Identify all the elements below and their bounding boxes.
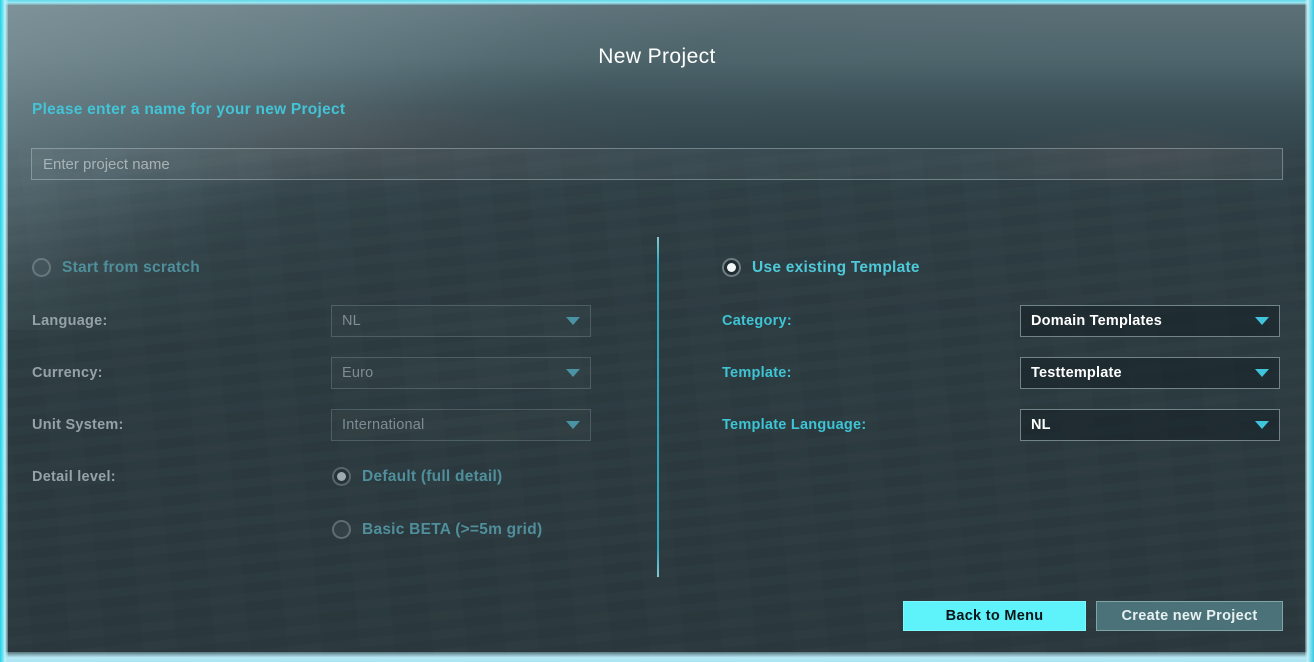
- new-project-dialog: New Project Please enter a name for your…: [0, 0, 1314, 662]
- dropdown-language-value: NL: [342, 313, 361, 329]
- label-template-language: Template Language:: [722, 417, 867, 433]
- label-language: Language:: [32, 313, 108, 329]
- dropdown-category-value: Domain Templates: [1031, 313, 1163, 329]
- use-existing-template-column: Use existing Template Category: Domain T…: [657, 0, 1314, 662]
- radio-label-detail-default: Default (full detail): [362, 467, 503, 485]
- dropdown-language[interactable]: NL: [331, 305, 591, 337]
- dropdown-category[interactable]: Domain Templates: [1020, 305, 1280, 337]
- dropdown-currency[interactable]: Euro: [331, 357, 591, 389]
- dropdown-template-value: Testtemplate: [1031, 365, 1122, 381]
- label-detail-level: Detail level:: [32, 469, 116, 485]
- radio-use-existing-template[interactable]: Use existing Template: [722, 258, 920, 277]
- radio-indicator-detail-default: [332, 467, 351, 486]
- radio-indicator-start-from-scratch: [32, 258, 51, 277]
- chevron-down-icon: [566, 421, 580, 429]
- chevron-down-icon: [566, 369, 580, 377]
- back-to-menu-button[interactable]: Back to Menu: [903, 601, 1086, 631]
- label-unit-system: Unit System:: [32, 417, 124, 433]
- create-new-project-button[interactable]: Create new Project: [1096, 601, 1283, 631]
- dropdown-template-language-value: NL: [1031, 417, 1051, 433]
- dropdown-template-language[interactable]: NL: [1020, 409, 1280, 441]
- label-template: Template:: [722, 365, 792, 381]
- dropdown-unit-system[interactable]: International: [331, 409, 591, 441]
- radio-label-start-from-scratch: Start from scratch: [62, 258, 201, 276]
- chevron-down-icon: [1255, 369, 1269, 377]
- label-category: Category:: [722, 313, 792, 329]
- chevron-down-icon: [566, 317, 580, 325]
- chevron-down-icon: [1255, 317, 1269, 325]
- dropdown-unit-system-value: International: [342, 417, 425, 433]
- radio-label-detail-basic-beta: Basic BETA (>=5m grid): [362, 520, 543, 538]
- radio-detail-basic-beta[interactable]: Basic BETA (>=5m grid): [332, 520, 542, 539]
- radio-indicator-detail-basic-beta: [332, 520, 351, 539]
- chevron-down-icon: [1255, 421, 1269, 429]
- label-currency: Currency:: [32, 365, 103, 381]
- dropdown-currency-value: Euro: [342, 365, 374, 381]
- radio-start-from-scratch[interactable]: Start from scratch: [32, 258, 200, 277]
- radio-indicator-use-existing-template: [722, 258, 741, 277]
- radio-label-use-existing-template: Use existing Template: [752, 258, 920, 276]
- start-from-scratch-column: Start from scratch Language: NL Currency…: [0, 0, 657, 662]
- dropdown-template[interactable]: Testtemplate: [1020, 357, 1280, 389]
- radio-detail-default[interactable]: Default (full detail): [332, 467, 502, 486]
